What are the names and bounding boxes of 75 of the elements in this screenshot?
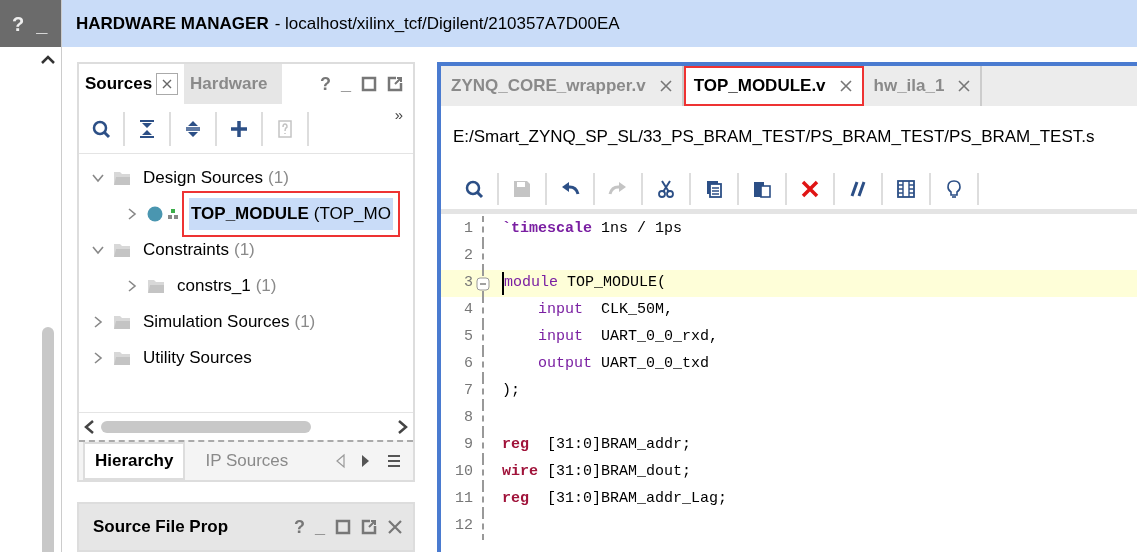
close-icon[interactable] <box>387 519 403 535</box>
code-line: module TOP_MODULE( <box>502 272 667 295</box>
minimize-button[interactable]: _ <box>36 8 48 39</box>
folder-icon <box>113 242 131 258</box>
editor-tab[interactable]: TOP_MODULE.v <box>683 66 864 106</box>
code-line: output UART_0_0_txd <box>537 354 710 375</box>
line-number: 2 <box>463 246 474 267</box>
code-line: input UART_0_0_rxd, <box>537 327 719 348</box>
tree-item[interactable]: TOP_MODULE (TOP_MO <box>189 198 393 230</box>
close-icon[interactable] <box>162 79 173 89</box>
scroll-right-icon[interactable] <box>397 418 409 435</box>
tree-item[interactable]: Constraints (1) <box>141 234 257 266</box>
scrollbar-thumb[interactable] <box>42 327 54 552</box>
minimize-button[interactable]: _ <box>315 513 325 541</box>
panel-title: Source File Prop <box>93 516 229 539</box>
search-icon[interactable] <box>464 178 484 199</box>
folder-icon <box>113 170 131 186</box>
file-path: E:/Smart_ZYNQ_SP_SL/33_PS_BRAM_TEST/PS_BRAM_TEST/PS_BRAM_TEST.s <box>452 126 1096 149</box>
folder-icon <box>113 314 131 330</box>
code-line: reg [31:0]BRAM_addr; <box>502 435 692 456</box>
hierarchy-icon <box>167 208 179 220</box>
help-button[interactable]: ? <box>12 8 25 39</box>
line-number: 12 <box>454 516 474 537</box>
maximize-icon[interactable] <box>361 76 377 92</box>
code-line: `timescale 1ns / 1ps <box>502 219 683 240</box>
view-tab[interactable]: Hierarchy <box>83 442 186 480</box>
line-number: 1 <box>463 219 474 240</box>
line-number: 5 <box>463 327 474 348</box>
line-number: 11 <box>454 489 474 510</box>
plus-icon[interactable] <box>229 118 249 139</box>
popout-icon[interactable] <box>361 519 377 535</box>
close-icon[interactable] <box>958 80 971 92</box>
help-button[interactable]: ? <box>320 70 331 98</box>
line-number: 8 <box>463 408 474 429</box>
maximize-icon[interactable] <box>335 519 351 535</box>
tree-item[interactable]: Utility Sources <box>141 342 254 374</box>
line-number: 9 <box>463 435 474 456</box>
copy-icon[interactable] <box>704 178 724 199</box>
minimize-button[interactable]: _ <box>341 70 351 98</box>
line-number: 7 <box>463 381 474 402</box>
folder-icon <box>147 278 165 294</box>
status-dot-icon <box>147 206 163 222</box>
scrollbar-thumb[interactable] <box>101 420 311 433</box>
line-number: 10 <box>454 462 474 483</box>
expand-all-icon[interactable] <box>183 118 203 139</box>
lightbulb-icon[interactable] <box>944 178 964 199</box>
scroll-left-icon[interactable] <box>83 418 95 435</box>
next-icon[interactable] <box>361 453 371 469</box>
code-line: input CLK_50M, <box>537 300 674 321</box>
collapse-all-icon[interactable] <box>137 118 157 139</box>
popout-icon[interactable] <box>387 76 403 92</box>
line-number: 6 <box>463 354 474 375</box>
delete-icon[interactable] <box>800 178 820 199</box>
tree-item[interactable]: constrs_1 (1) <box>175 270 279 302</box>
tree-item[interactable]: Design Sources (1) <box>141 162 291 194</box>
previous-icon[interactable] <box>335 453 345 469</box>
code-line: wire [31:0]BRAM_dout; <box>502 462 692 483</box>
close-icon[interactable] <box>659 80 672 92</box>
scroll-up-icon[interactable] <box>40 55 56 65</box>
fold-icon[interactable] <box>476 276 490 291</box>
menu-icon[interactable] <box>387 454 401 468</box>
search-icon[interactable] <box>91 118 111 139</box>
code-line: ); <box>502 381 520 402</box>
header-title: HARDWARE MANAGER <box>76 12 269 35</box>
help-button[interactable]: ? <box>294 513 305 541</box>
header-subtitle: - localhost/xilinx_tcf/Digilent/210357A7D00EA <box>274 12 620 35</box>
folder-icon <box>113 350 131 366</box>
overflow-button[interactable]: » <box>394 104 403 127</box>
code-line: reg [31:0]BRAM_addr_Lag; <box>502 489 728 510</box>
scissors-icon[interactable] <box>656 178 676 199</box>
tree-item[interactable]: Simulation Sources (1) <box>141 306 318 338</box>
line-number: 3 <box>463 273 474 294</box>
line-number: 4 <box>463 300 474 321</box>
columns-icon[interactable] <box>896 178 916 199</box>
close-icon[interactable] <box>839 80 852 92</box>
